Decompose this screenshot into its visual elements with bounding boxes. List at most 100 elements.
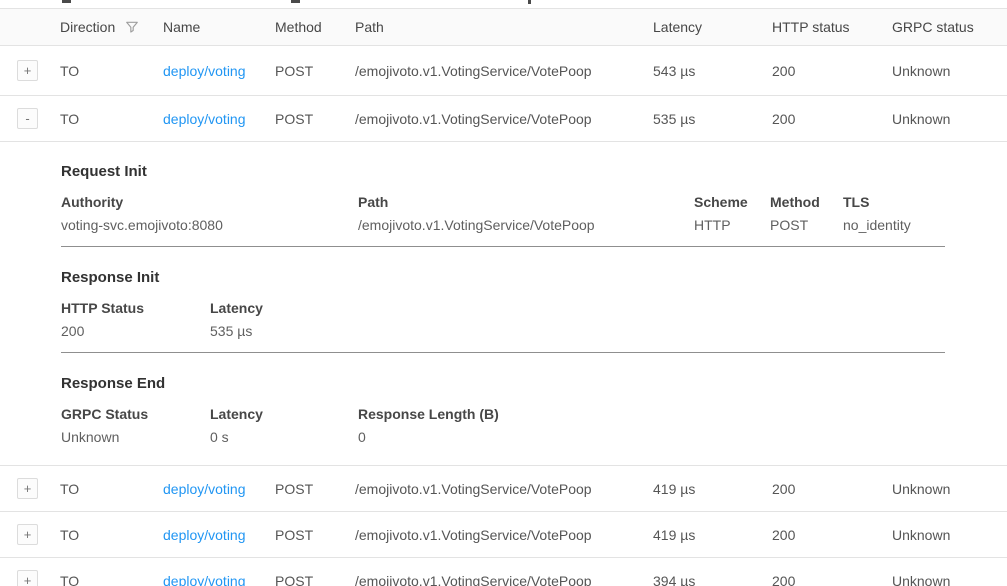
- path-label: Path: [358, 194, 684, 210]
- method-field: Method POST: [770, 194, 843, 233]
- response-end-title: Response End: [61, 375, 1007, 392]
- authority-label: Authority: [61, 194, 348, 210]
- method-cell: POST: [275, 527, 355, 543]
- latency-cell: 419 µs: [653, 527, 772, 543]
- column-header-http-status: HTTP status: [772, 19, 892, 35]
- path-cell: /emojivoto.v1.VotingService/VotePoop: [355, 481, 653, 497]
- name-link[interactable]: deploy/voting: [163, 111, 246, 127]
- latency-cell: 543 µs: [653, 63, 772, 79]
- response-end-fields: GRPC Status Unknown Latency 0 s Response…: [61, 406, 1007, 445]
- column-header-path: Path: [355, 19, 653, 35]
- direction-cell: TO: [60, 573, 163, 586]
- expand-row-button[interactable]: +: [17, 60, 38, 81]
- http-status-cell: 200: [772, 573, 892, 586]
- response-init-fields: HTTP Status 200 Latency 535 µs: [61, 300, 1007, 339]
- http-status-cell: 200: [772, 111, 892, 127]
- expand-cell: -: [0, 108, 60, 129]
- grpc-status-cell: Unknown: [892, 63, 1007, 79]
- method-cell: POST: [275, 63, 355, 79]
- request-init-fields: Authority voting-svc.emojivoto:8080 Path…: [61, 194, 1007, 233]
- latency-field: Latency 0 s: [210, 406, 358, 445]
- expand-row-button[interactable]: +: [17, 524, 38, 545]
- method-cell: POST: [275, 111, 355, 127]
- collapse-row-button[interactable]: -: [17, 108, 38, 129]
- path-cell: /emojivoto.v1.VotingService/VotePoop: [355, 63, 653, 79]
- grpc-status-label: GRPC Status: [61, 406, 200, 422]
- latency-cell: 535 µs: [653, 111, 772, 127]
- column-header-method: Method: [275, 19, 355, 35]
- tap-table: Direction Name Method Path Latency HTTP …: [0, 8, 1007, 586]
- http-status-cell: 200: [772, 527, 892, 543]
- tls-label: TLS: [843, 194, 911, 210]
- direction-header-label: Direction: [60, 19, 115, 35]
- name-link[interactable]: deploy/voting: [163, 573, 246, 586]
- table-header-row: Direction Name Method Path Latency HTTP …: [0, 8, 1007, 46]
- scheme-field: Scheme HTTP: [694, 194, 770, 233]
- table-row: + TO deploy/voting POST /emojivoto.v1.Vo…: [0, 512, 1007, 558]
- method-cell: POST: [275, 573, 355, 586]
- expand-cell: +: [0, 570, 60, 586]
- latency-label: Latency: [210, 406, 348, 422]
- table-row: + TO deploy/voting POST /emojivoto.v1.Vo…: [0, 466, 1007, 512]
- expand-cell: +: [0, 60, 60, 81]
- filter-icon[interactable]: [125, 20, 139, 34]
- path-value: /emojivoto.v1.VotingService/VotePoop: [358, 217, 684, 233]
- grpc-status-cell: Unknown: [892, 481, 1007, 497]
- path-cell: /emojivoto.v1.VotingService/VotePoop: [355, 573, 653, 586]
- name-link[interactable]: deploy/voting: [163, 481, 246, 497]
- tls-field: TLS no_identity: [843, 194, 921, 233]
- scheme-value: HTTP: [694, 217, 760, 233]
- path-cell: /emojivoto.v1.VotingService/VotePoop: [355, 527, 653, 543]
- path-field: Path /emojivoto.v1.VotingService/VotePoo…: [358, 194, 694, 233]
- direction-cell: TO: [60, 63, 163, 79]
- grpc-status-cell: Unknown: [892, 111, 1007, 127]
- expand-row-button[interactable]: +: [17, 570, 38, 586]
- response-length-label: Response Length (B): [358, 406, 499, 422]
- http-status-cell: 200: [772, 481, 892, 497]
- grpc-status-value: Unknown: [61, 429, 200, 445]
- authority-value: voting-svc.emojivoto:8080: [61, 217, 348, 233]
- table-row: + TO deploy/voting POST /emojivoto.v1.Vo…: [0, 46, 1007, 96]
- response-length-value: 0: [358, 429, 499, 445]
- http-status-label: HTTP Status: [61, 300, 200, 316]
- authority-field: Authority voting-svc.emojivoto:8080: [61, 194, 358, 233]
- latency-field: Latency 535 µs: [210, 300, 273, 339]
- latency-cell: 394 µs: [653, 573, 772, 586]
- column-header-latency: Latency: [653, 19, 772, 35]
- column-header-direction: Direction: [60, 19, 163, 35]
- http-status-cell: 200: [772, 63, 892, 79]
- response-length-field: Response Length (B) 0: [358, 406, 509, 445]
- latency-label: Latency: [210, 300, 263, 316]
- direction-cell: TO: [60, 527, 163, 543]
- request-init-title: Request Init: [61, 163, 1007, 180]
- response-init-title: Response Init: [61, 269, 1007, 286]
- path-cell: /emojivoto.v1.VotingService/VotePoop: [355, 111, 653, 127]
- expand-row-button[interactable]: +: [17, 478, 38, 499]
- expand-cell: +: [0, 478, 60, 499]
- grpc-status-cell: Unknown: [892, 573, 1007, 586]
- direction-cell: TO: [60, 111, 163, 127]
- column-header-grpc-status: GRPC status: [892, 19, 1007, 35]
- cropped-text-remnant: [62, 0, 71, 3]
- scheme-label: Scheme: [694, 194, 760, 210]
- column-header-name: Name: [163, 19, 275, 35]
- tls-value: no_identity: [843, 217, 911, 233]
- direction-cell: TO: [60, 481, 163, 497]
- grpc-status-field: GRPC Status Unknown: [61, 406, 210, 445]
- latency-value: 535 µs: [210, 323, 263, 339]
- table-row: + TO deploy/voting POST /emojivoto.v1.Vo…: [0, 558, 1007, 586]
- latency-cell: 419 µs: [653, 481, 772, 497]
- method-label: Method: [770, 194, 833, 210]
- name-link[interactable]: deploy/voting: [163, 527, 246, 543]
- method-value: POST: [770, 217, 833, 233]
- http-status-field: HTTP Status 200: [61, 300, 210, 339]
- table-row-expanded: - TO deploy/voting POST /emojivoto.v1.Vo…: [0, 96, 1007, 142]
- latency-value: 0 s: [210, 429, 348, 445]
- http-status-value: 200: [61, 323, 200, 339]
- expand-cell: +: [0, 524, 60, 545]
- grpc-status-cell: Unknown: [892, 527, 1007, 543]
- method-cell: POST: [275, 481, 355, 497]
- cropped-text-remnant: [528, 0, 531, 4]
- row-detail-panel: Request Init Authority voting-svc.emojiv…: [0, 142, 1007, 466]
- name-link[interactable]: deploy/voting: [163, 63, 246, 79]
